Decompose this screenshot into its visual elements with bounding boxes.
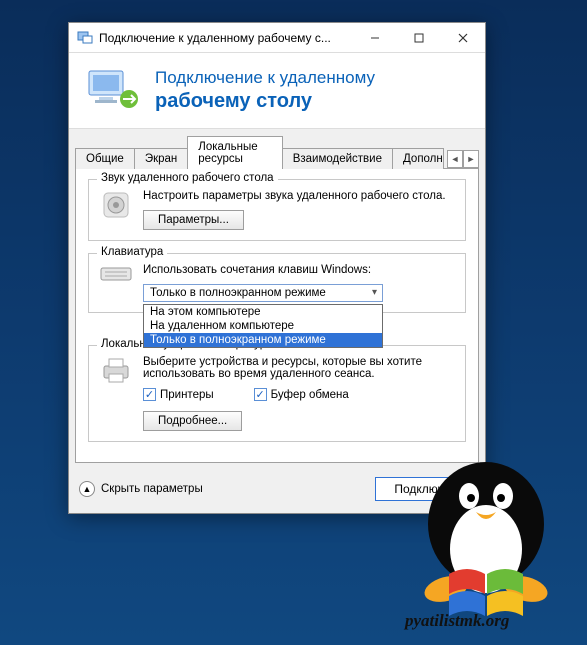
devices-more-button[interactable]: Подробнее... (143, 411, 242, 431)
maximize-button[interactable] (397, 23, 441, 53)
app-icon (77, 30, 93, 46)
keyboard-group-title: Клавиатура (97, 246, 167, 258)
tab-experience[interactable]: Взаимодействие (282, 148, 393, 169)
printers-checkbox[interactable]: ✓ Принтеры (143, 388, 214, 401)
rdp-dialog-window: Подключение к удаленному рабочему с... (68, 22, 486, 514)
keyboard-icon (99, 264, 133, 302)
banner-line2: рабочему столу (155, 89, 375, 114)
watermark-text: pyatilistmk.org (405, 611, 509, 631)
dropdown-option[interactable]: На удаленном компьютере (144, 319, 382, 333)
window-controls (353, 23, 485, 53)
tab-scroll: ◄ ► (447, 150, 479, 168)
keyboard-combo-select[interactable]: Только в полноэкранном режиме (143, 284, 383, 302)
clipboard-checkbox[interactable]: ✓ Буфер обмена (254, 388, 349, 401)
tab-bar: Общие Экран Локальные ресурсы Взаимодейс… (69, 129, 485, 168)
chevron-up-icon: ▲ (79, 481, 95, 497)
tab-advanced[interactable]: Дополни (392, 148, 444, 169)
tab-display[interactable]: Экран (134, 148, 188, 169)
tab-local-resources[interactable]: Локальные ресурсы (187, 136, 282, 169)
devices-group: Локальные устройства и ресурсы Выберите … (88, 345, 466, 442)
hide-options-label: Скрыть параметры (101, 483, 203, 495)
check-icon: ✓ (254, 388, 267, 401)
audio-settings-button[interactable]: Параметры... (143, 210, 244, 230)
keyboard-combo-dropdown: На этом компьютере На удаленном компьюте… (143, 304, 383, 348)
keyboard-group: Клавиатура Использовать сочетания клавиш… (88, 253, 466, 313)
banner-text: Подключение к удаленному рабочему столу (155, 67, 375, 113)
connect-button[interactable]: Подключит (375, 477, 475, 501)
dropdown-option-selected[interactable]: Только в полноэкранном режиме (144, 333, 382, 347)
dialog-footer: ▲ Скрыть параметры Подключит (69, 469, 485, 513)
tab-scroll-right[interactable]: ► (463, 150, 479, 168)
check-icon: ✓ (143, 388, 156, 401)
dropdown-option[interactable]: На этом компьютере (144, 305, 382, 319)
hide-options-toggle[interactable]: ▲ Скрыть параметры (79, 481, 203, 497)
speaker-icon (99, 190, 133, 230)
printer-icon (99, 356, 133, 431)
audio-group: Звук удаленного рабочего стола Настроить… (88, 179, 466, 241)
clipboard-label: Буфер обмена (271, 389, 349, 401)
devices-desc: Выберите устройства и ресурсы, которые в… (143, 356, 455, 380)
banner: Подключение к удаленному рабочему столу (69, 53, 485, 129)
window-title: Подключение к удаленному рабочему с... (99, 31, 353, 45)
audio-desc: Настроить параметры звука удаленного раб… (143, 190, 455, 202)
tab-scroll-left[interactable]: ◄ (447, 150, 463, 168)
audio-group-title: Звук удаленного рабочего стола (97, 172, 278, 184)
close-button[interactable] (441, 23, 485, 53)
minimize-button[interactable] (353, 23, 397, 53)
printers-label: Принтеры (160, 389, 214, 401)
tab-general[interactable]: Общие (75, 148, 135, 169)
keyboard-label: Использовать сочетания клавиш Windows: (143, 264, 455, 276)
rdp-logo-icon (87, 67, 141, 114)
banner-line1: Подключение к удаленному (155, 67, 375, 88)
tab-panel: Звук удаленного рабочего стола Настроить… (75, 168, 479, 463)
titlebar: Подключение к удаленному рабочему с... (69, 23, 485, 53)
